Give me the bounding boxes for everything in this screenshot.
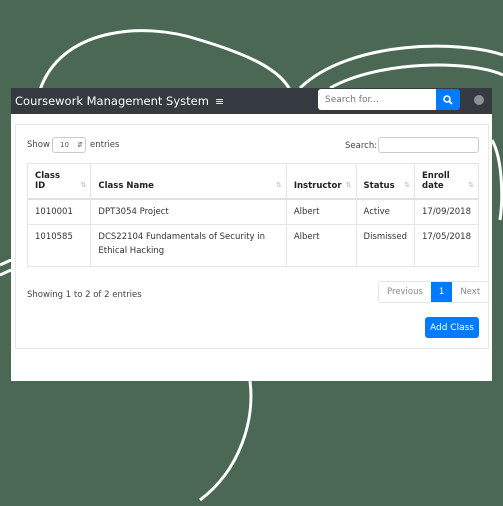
cell-instructor: Albert [285, 224, 357, 267]
add-class-button[interactable]: Add Class [425, 317, 479, 338]
select-arrows-icon: ⇵ [77, 141, 84, 149]
app-window: Coursework Management System ≡ Show 10 ⇵… [11, 88, 492, 381]
next-button[interactable]: Next [452, 282, 488, 302]
entries-select[interactable]: 10 ⇵ [52, 137, 86, 153]
cell-class-name: DPT3054 Project [90, 198, 287, 225]
entries-label: entries [90, 140, 120, 150]
show-label: Show [27, 140, 50, 150]
hamburger-icon[interactable]: ≡ [215, 95, 224, 108]
table-info: Showing 1 to 2 of 2 entries [27, 290, 142, 300]
sort-icon: ⇅ [80, 181, 87, 189]
search-icon [443, 94, 453, 105]
navbar: Coursework Management System ≡ [11, 88, 492, 114]
navbar-search-input[interactable] [318, 89, 436, 110]
app-title[interactable]: Coursework Management System [15, 94, 209, 108]
sort-icon: ⇅ [275, 181, 282, 189]
sort-icon: ⇅ [345, 181, 352, 189]
cell-class-id: 1010585 [26, 224, 92, 267]
header-status[interactable]: Status ⇅ [355, 163, 416, 200]
table-header-row: Class ID ⇅ Class Name ⇅ Instructor ⇅ Status ⇅… [26, 163, 479, 200]
cell-class-name: DCS22104 Fundamentals of Security in Eth… [90, 224, 287, 267]
sort-icon: ⇅ [468, 181, 474, 189]
search-button[interactable] [436, 89, 460, 110]
classes-card: Show 10 ⇵ entries Search: Class ID ⇅ Class… [15, 124, 490, 349]
sort-icon: ⇅ [404, 181, 410, 189]
cell-status: Dismissed [355, 224, 416, 267]
page-1-button[interactable]: 1 [430, 282, 453, 302]
table-row: 1010585 DCS22104 Fundamentals of Securit… [26, 224, 479, 267]
cell-enroll-date: 17/09/2018 [414, 198, 479, 225]
header-enroll-date[interactable]: Enroll date ⇅ [414, 163, 479, 200]
cell-instructor: Albert [285, 198, 357, 225]
cell-class-id: 1010001 [26, 198, 92, 225]
table-search-input[interactable] [378, 137, 479, 153]
entries-value: 10 [60, 141, 69, 149]
cell-enroll-date: 17/05/2018 [414, 224, 479, 267]
header-instructor[interactable]: Instructor ⇅ [285, 163, 357, 200]
header-class-id[interactable]: Class ID ⇅ [26, 163, 92, 200]
classes-table: Class ID ⇅ Class Name ⇅ Instructor ⇅ Status ⇅… [26, 163, 479, 267]
header-class-name[interactable]: Class Name ⇅ [90, 163, 287, 200]
pagination: Previous 1 Next [378, 281, 490, 303]
previous-button[interactable]: Previous [379, 282, 431, 302]
cell-status: Active [355, 198, 416, 225]
search-label: Search: [345, 141, 378, 151]
user-circle-icon[interactable] [474, 95, 484, 105]
table-row: 1010001 DPT3054 Project Albert Active 17… [26, 198, 479, 225]
